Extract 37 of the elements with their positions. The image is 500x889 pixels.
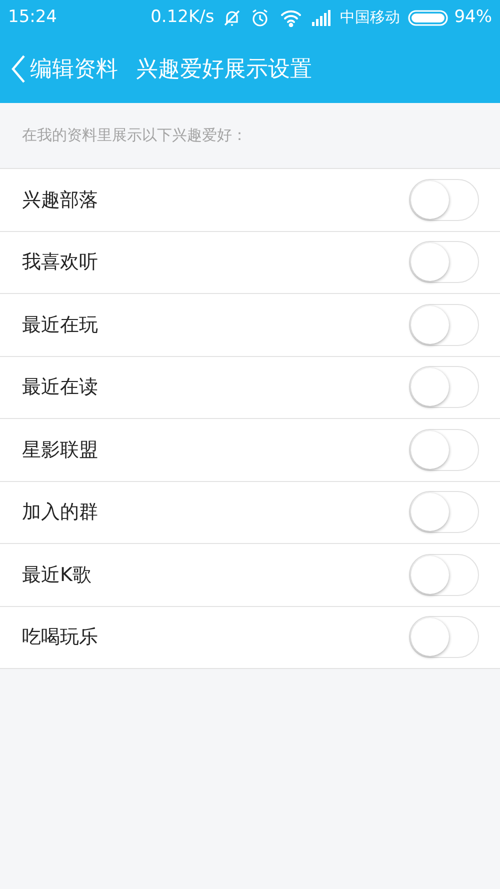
- toggle-switch[interactable]: [409, 241, 479, 284]
- toggle-knob: [411, 368, 449, 406]
- setting-label: 加入的群: [22, 500, 99, 525]
- toggle-knob: [411, 430, 449, 469]
- network-speed: 0.12K/s: [150, 6, 214, 29]
- toggle-knob: [411, 180, 449, 219]
- clock-time: 15:24: [8, 6, 57, 29]
- toggle-knob: [411, 556, 449, 594]
- muted-bell-icon: [222, 8, 242, 28]
- setting-label: 最近在读: [22, 375, 99, 400]
- battery-icon: [408, 10, 448, 26]
- toggle-knob: [411, 306, 449, 344]
- page-title: 兴趣爱好展示设置: [136, 56, 312, 84]
- signal-icon: [312, 10, 332, 26]
- toggle-switch[interactable]: [409, 428, 479, 471]
- battery-percent: 94%: [454, 6, 492, 29]
- setting-label: 兴趣部落: [22, 188, 99, 212]
- alarm-clock-icon: [250, 8, 270, 28]
- setting-label: 我喜欢听: [22, 250, 99, 275]
- setting-label: 最近K歌: [22, 562, 92, 588]
- toggle-switch[interactable]: [409, 616, 479, 658]
- toggle-switch[interactable]: [409, 491, 479, 534]
- toggle-switch[interactable]: [409, 366, 479, 408]
- setting-label: 吃喝玩乐: [22, 625, 99, 650]
- back-chevron-icon: [10, 54, 26, 84]
- section-label: 在我的资料里展示以下兴趣爱好：: [22, 125, 247, 146]
- toggle-switch[interactable]: [409, 178, 479, 221]
- wifi-icon: [280, 8, 302, 26]
- setting-label: 星影联盟: [22, 438, 99, 462]
- toggle-knob: [411, 493, 449, 532]
- toggle-knob: [411, 618, 449, 656]
- toggle-knob: [411, 243, 449, 282]
- back-button[interactable]: 编辑资料: [10, 52, 118, 86]
- carrier-name: 中国移动: [340, 7, 400, 28]
- toggle-switch[interactable]: [409, 554, 479, 596]
- toggle-switch[interactable]: [409, 304, 479, 346]
- setting-label: 最近在玩: [22, 312, 99, 338]
